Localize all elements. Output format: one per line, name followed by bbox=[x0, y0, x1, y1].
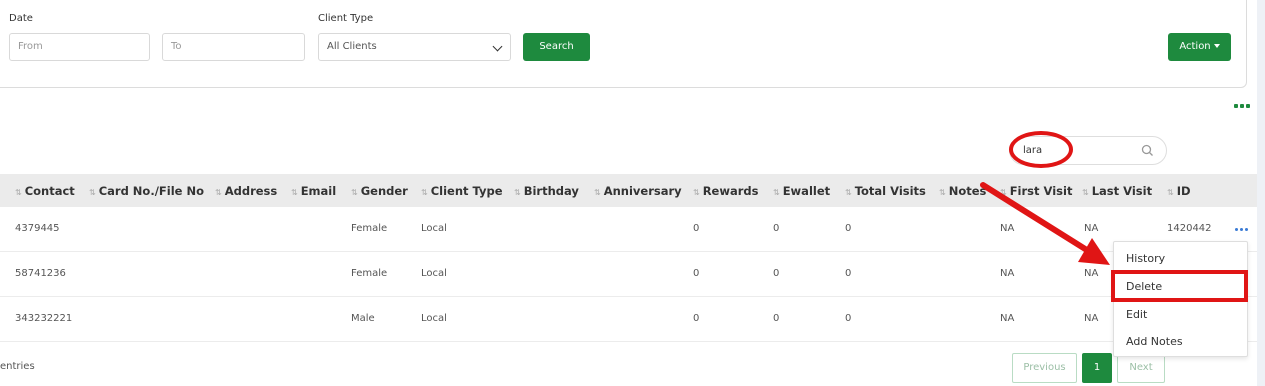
column-header-contact[interactable]: ⇅ Contact bbox=[15, 184, 75, 198]
cell-contact: 343232221 bbox=[15, 313, 73, 324]
column-header-total-visits[interactable]: ⇅ Total Visits bbox=[845, 184, 926, 198]
cell-total-visits: 0 bbox=[845, 313, 852, 324]
pagination-previous[interactable]: Previous bbox=[1012, 353, 1077, 383]
cell-last-visit: NA bbox=[1084, 223, 1099, 234]
date-from-input[interactable]: From bbox=[9, 33, 150, 61]
cell-first-visit: NA bbox=[1000, 313, 1015, 324]
client-type-select[interactable]: All Clients bbox=[318, 33, 511, 61]
highlight-rectangle bbox=[1111, 270, 1248, 302]
cell-rewards: 0 bbox=[693, 313, 700, 324]
search-icon bbox=[1141, 144, 1153, 156]
column-header-notes[interactable]: ⇅ Notes bbox=[939, 184, 986, 198]
cell-gender: Male bbox=[351, 313, 375, 324]
table-row[interactable]: 58741236 Female Local 0 0 0 NA NA bbox=[0, 252, 1257, 297]
row-actions-icon[interactable] bbox=[1235, 228, 1248, 231]
menu-item-edit[interactable]: Edit bbox=[1126, 308, 1147, 321]
column-header-id[interactable]: ⇅ ID bbox=[1167, 184, 1191, 198]
cell-client-type: Local bbox=[421, 223, 447, 234]
cell-ewallet: 0 bbox=[773, 223, 780, 234]
cell-first-visit: NA bbox=[1000, 223, 1015, 234]
column-header-gender[interactable]: ⇅ Gender bbox=[351, 184, 408, 198]
column-header-ewallet[interactable]: ⇅ Ewallet bbox=[773, 184, 830, 198]
column-header-card-no[interactable]: ⇅ Card No./File No bbox=[89, 184, 204, 198]
cell-rewards: 0 bbox=[693, 268, 700, 279]
entries-info: entries bbox=[0, 361, 35, 372]
column-header-email[interactable]: ⇅ Email bbox=[291, 184, 336, 198]
cell-id: 1420442 bbox=[1167, 223, 1212, 234]
client-type-selected-value: All Clients bbox=[327, 41, 377, 52]
cell-last-visit: NA bbox=[1084, 313, 1099, 324]
cell-first-visit: NA bbox=[1000, 268, 1015, 279]
search-button[interactable]: Search bbox=[523, 33, 590, 61]
menu-item-add-notes[interactable]: Add Notes bbox=[1126, 335, 1183, 348]
column-header-birthday[interactable]: ⇅ Birthday bbox=[514, 184, 579, 198]
column-header-last-visit[interactable]: ⇅ Last Visit bbox=[1082, 184, 1152, 198]
client-type-label: Client Type bbox=[318, 13, 374, 24]
cell-last-visit: NA bbox=[1084, 268, 1099, 279]
more-options-icon[interactable] bbox=[1234, 104, 1250, 108]
menu-item-history[interactable]: History bbox=[1126, 252, 1165, 265]
table-header: ⇅ Contact ⇅ Card No./File No ⇅ Address ⇅ Ema… bbox=[0, 174, 1257, 207]
column-header-rewards[interactable]: ⇅ Rewards bbox=[693, 184, 759, 198]
caret-down-icon bbox=[1213, 44, 1220, 48]
cell-client-type: Local bbox=[421, 313, 447, 324]
cell-rewards: 0 bbox=[693, 223, 700, 234]
column-header-client-type[interactable]: ⇅ Client Type bbox=[421, 184, 503, 198]
table-row[interactable]: 343232221 Male Local 0 0 0 NA NA bbox=[0, 297, 1257, 342]
action-button[interactable]: Action bbox=[1168, 33, 1231, 61]
cell-ewallet: 0 bbox=[773, 268, 780, 279]
cell-client-type: Local bbox=[421, 268, 447, 279]
cell-contact: 58741236 bbox=[15, 268, 66, 279]
cell-gender: Female bbox=[351, 223, 388, 234]
column-header-anniversary[interactable]: ⇅ Anniversary bbox=[594, 184, 682, 198]
pagination-next[interactable]: Next bbox=[1117, 353, 1165, 383]
highlight-ellipse bbox=[1009, 131, 1073, 168]
date-to-input[interactable]: To bbox=[162, 33, 305, 61]
pagination-page-1[interactable]: 1 bbox=[1082, 353, 1112, 383]
date-label: Date bbox=[9, 13, 33, 24]
cell-total-visits: 0 bbox=[845, 223, 852, 234]
cell-total-visits: 0 bbox=[845, 268, 852, 279]
column-header-first-visit[interactable]: ⇅ First Visit bbox=[1000, 184, 1072, 198]
column-header-address[interactable]: ⇅ Address bbox=[215, 184, 277, 198]
cell-contact: 4379445 bbox=[15, 223, 60, 234]
scrollbar-track[interactable] bbox=[1257, 0, 1265, 386]
table-row[interactable]: 4379445 Female Local 0 0 0 NA NA 1420442 bbox=[0, 207, 1257, 252]
action-button-label: Action bbox=[1179, 41, 1211, 52]
chevron-down-icon bbox=[492, 41, 503, 52]
cell-gender: Female bbox=[351, 268, 388, 279]
cell-ewallet: 0 bbox=[773, 313, 780, 324]
